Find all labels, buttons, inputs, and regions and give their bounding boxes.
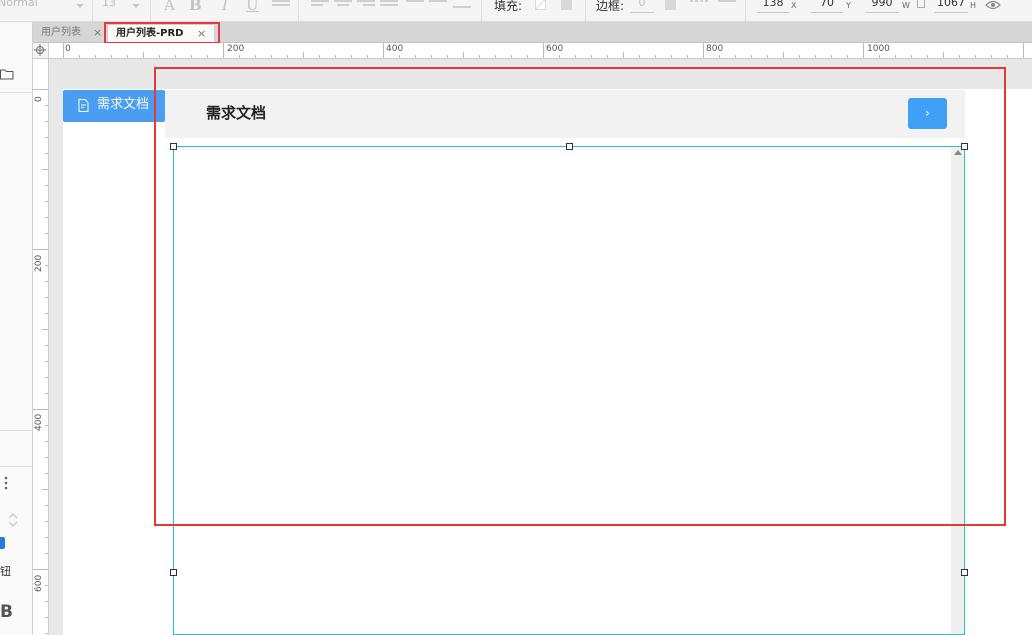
- border-style-icon[interactable]: [690, 0, 708, 12]
- ruler-label: 200: [227, 44, 245, 54]
- content-highlight-annotation: [154, 67, 1006, 526]
- crosshair-icon: [34, 44, 46, 56]
- valign-bottom-icon[interactable]: [453, 0, 471, 12]
- fill-style-icon[interactable]: [561, 0, 572, 10]
- width-field[interactable]: 990: [865, 0, 899, 13]
- ruler-label: 400: [34, 413, 44, 431]
- sort-arrows-icon[interactable]: [8, 513, 18, 527]
- border-width-field[interactable]: 0: [630, 0, 654, 13]
- ruler-label: 1000: [867, 44, 890, 54]
- text-color-button[interactable]: A: [164, 0, 175, 14]
- italic-button[interactable]: I: [222, 0, 228, 14]
- w-label: W: [902, 1, 910, 10]
- eye-icon[interactable]: [985, 0, 1001, 10]
- chevron-down-icon[interactable]: [76, 4, 84, 8]
- ruler-origin[interactable]: [33, 43, 49, 59]
- document-icon: [78, 99, 89, 112]
- tab-label: 用户列表: [41, 27, 81, 38]
- close-icon[interactable]: ×: [93, 24, 102, 41]
- lock-icon[interactable]: [917, 0, 925, 8]
- arrow-style-icon[interactable]: [718, 0, 736, 12]
- more-vertical-icon[interactable]: [4, 476, 8, 490]
- horizontal-ruler[interactable]: 0 200 400 600 800 1000: [49, 43, 1032, 59]
- y-position-field[interactable]: 70: [811, 0, 843, 13]
- left-panel: 钮 B: [0, 22, 33, 635]
- align-center-icon[interactable]: [334, 0, 352, 12]
- border-color-icon[interactable]: [665, 0, 676, 10]
- ruler-label: 200: [34, 254, 44, 272]
- nav-item-requirements-doc[interactable]: 需求文档: [63, 90, 165, 122]
- widget-icon[interactable]: [0, 537, 5, 549]
- tab-user-list[interactable]: 用户列表 ×: [33, 24, 105, 43]
- resize-handle-e[interactable]: [961, 569, 968, 576]
- bold-widget-icon[interactable]: B: [0, 602, 13, 622]
- x-label: X: [791, 1, 797, 10]
- valign-middle-icon[interactable]: [429, 0, 447, 12]
- fill-label: 填充:: [494, 0, 523, 13]
- valign-top-icon[interactable]: [406, 0, 424, 12]
- resize-handle-w[interactable]: [170, 569, 177, 576]
- bullet-list-icon[interactable]: [272, 0, 290, 12]
- border-label: 边框:: [596, 0, 625, 13]
- ruler-label: 800: [706, 44, 724, 54]
- nav-item-label: 需求文档: [97, 97, 150, 112]
- tab-highlight-annotation: [104, 22, 220, 44]
- align-right-icon[interactable]: [357, 0, 375, 12]
- align-justify-icon[interactable]: [380, 0, 398, 12]
- widget-label: 钮: [0, 565, 11, 578]
- h-label: H: [970, 1, 977, 10]
- ruler-label: 0: [65, 44, 71, 54]
- vertical-ruler[interactable]: 0 200 400 600: [33, 59, 49, 635]
- font-size-select[interactable]: 13: [102, 0, 116, 9]
- ruler-label: 600: [546, 44, 564, 54]
- align-left-icon[interactable]: [311, 0, 329, 12]
- format-toolbar: Normal 13 A B I U 填充: 边框: 0 138 X 70 Y 9…: [0, 0, 1032, 22]
- height-field[interactable]: 1067: [934, 0, 968, 13]
- fill-color-icon[interactable]: [535, 0, 546, 10]
- font-style-select[interactable]: Normal: [0, 0, 38, 9]
- ruler-label: 0: [34, 96, 44, 102]
- folder-icon[interactable]: [0, 68, 14, 80]
- chevron-down-icon[interactable]: [132, 4, 140, 8]
- underline-button[interactable]: U: [246, 0, 259, 14]
- ruler-label: 600: [34, 574, 44, 592]
- bold-button[interactable]: B: [189, 0, 202, 14]
- y-label: Y: [846, 1, 851, 10]
- x-position-field[interactable]: 138: [757, 0, 789, 13]
- ruler-label: 400: [386, 44, 404, 54]
